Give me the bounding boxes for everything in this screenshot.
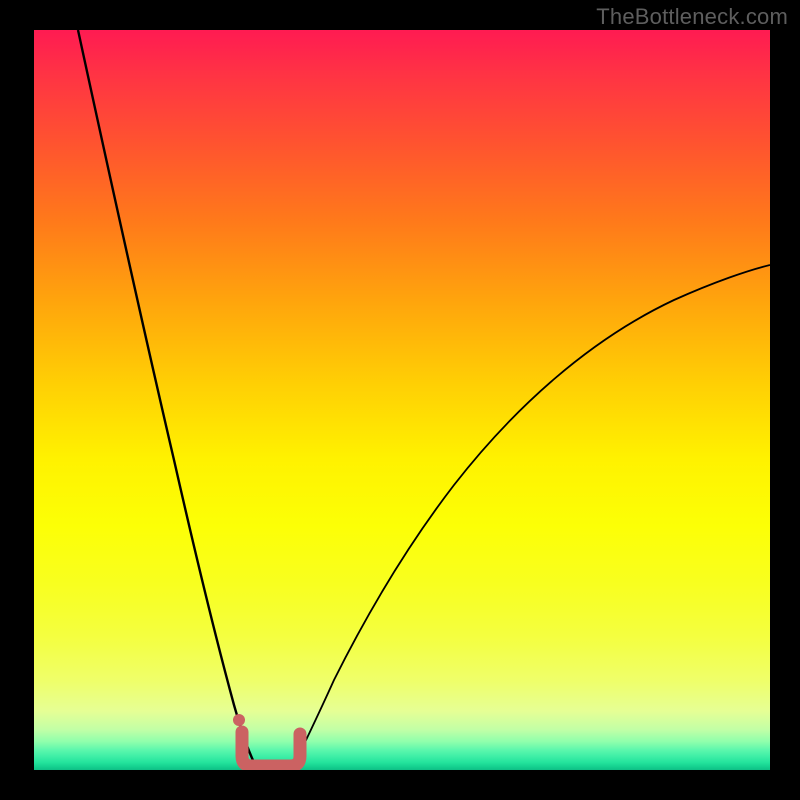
curve-layer bbox=[34, 30, 770, 770]
chart-frame: TheBottleneck.com bbox=[0, 0, 800, 800]
valley-marker bbox=[242, 732, 300, 766]
valley-dot bbox=[233, 714, 245, 726]
curve-right bbox=[292, 265, 770, 770]
watermark-text: TheBottleneck.com bbox=[596, 4, 788, 30]
plot-area bbox=[34, 30, 770, 770]
curve-left bbox=[78, 30, 258, 770]
